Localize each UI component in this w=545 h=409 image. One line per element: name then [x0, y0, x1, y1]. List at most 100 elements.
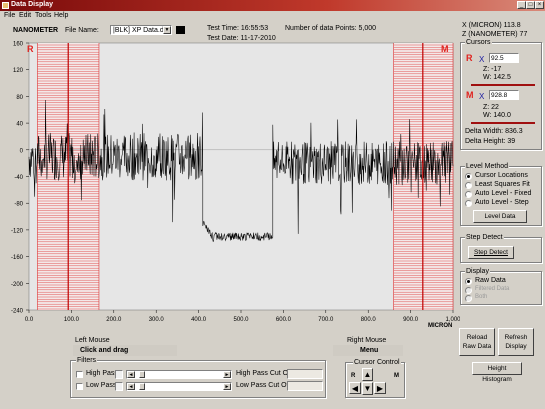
minimize-button[interactable]: _ — [517, 1, 526, 9]
cursor-m-x-input[interactable] — [489, 90, 519, 100]
menu-help[interactable]: Help — [54, 12, 68, 19]
window-title: Data Display — [11, 1, 54, 8]
cursors-title: Cursors — [465, 39, 492, 46]
cursor-r-x-label: X — [479, 55, 485, 64]
radio-auto-fixed[interactable] — [465, 191, 472, 198]
app-icon — [2, 2, 9, 9]
high-pass-slider[interactable]: ◄ ► — [126, 370, 232, 379]
test-time: Test Time: 16:55:53 — [207, 25, 269, 32]
x-tick-label: 300.0 — [149, 317, 165, 323]
height-histogram-button[interactable]: Height Histogram — [472, 362, 522, 383]
cursor-r-line — [471, 84, 535, 86]
radio-filtered-data[interactable] — [465, 287, 472, 294]
level-method-group: Level Method Cursor Locations Least Squa… — [460, 163, 542, 226]
down-arrow-icon[interactable]: ▼ — [362, 382, 373, 395]
x-tick-label: 0.0 — [25, 317, 34, 323]
left-mouse-action: Click and drag — [80, 347, 129, 354]
display-option-0: Raw Data — [475, 277, 506, 284]
x-tick-label: 600.0 — [276, 317, 292, 323]
x-tick-label: 900.0 — [403, 317, 419, 323]
profile-chart[interactable]: 160 120 80 40 0 -40 -80 -120 -160 -200 -240 0.0 100… — [0, 40, 460, 330]
display-option-1: Filtered Data — [475, 286, 510, 292]
menu-file[interactable]: File — [4, 12, 15, 19]
x-axis-label: MICRON — [428, 323, 452, 329]
level-option-0: Cursor Locations — [475, 172, 528, 179]
file-name-select[interactable]: |BLK] XP Data.dat ▼ — [110, 25, 172, 35]
title-bar: Data Display _ □ × — [0, 0, 545, 11]
left-mouse-panel: Click and drag — [73, 345, 177, 356]
cursors-group: Cursors R X Z: -17 W: 142.5 M X Z: 22 W:… — [460, 39, 542, 150]
x-tick-label: 400.0 — [191, 317, 207, 323]
cursor-control-r: R — [351, 373, 356, 379]
x-tick-label: 100.0 — [64, 317, 80, 323]
low-pass-slider[interactable]: ◄ ► — [126, 382, 232, 391]
high-pass-cutoff-label: High Pass Cut Off — [236, 370, 292, 377]
data-points-count: Number of data Points: 5,000 — [285, 25, 377, 32]
low-pass-value[interactable] — [115, 382, 123, 391]
x-tick-label: 800.0 — [361, 317, 377, 323]
radio-cursor-locations[interactable] — [465, 173, 472, 180]
x-readout: X (MICRON) 113.8 — [462, 22, 521, 29]
cursor-control-group: Cursor Control R M ▲ ◀ ▼ ▶ — [345, 359, 405, 398]
x-tick-label: 200.0 — [106, 317, 122, 323]
slider-left-arrow-icon[interactable]: ◄ — [127, 383, 135, 390]
high-pass-label: High Pass — [86, 370, 118, 377]
chevron-down-icon[interactable]: ▼ — [163, 26, 171, 34]
filters-title: Filters — [76, 357, 98, 364]
y-tick-label: -80 — [14, 202, 23, 208]
low-pass-checkbox[interactable] — [76, 383, 83, 390]
step-detect-button[interactable]: Step Detect — [468, 246, 514, 259]
slider-right-arrow-icon[interactable]: ► — [223, 371, 231, 378]
right-arrow-icon[interactable]: ▶ — [374, 382, 386, 394]
cursor-r-label: R — [466, 53, 473, 63]
radio-auto-step[interactable] — [465, 200, 472, 207]
radio-both[interactable] — [465, 295, 472, 302]
up-arrow-icon[interactable]: ▲ — [362, 368, 373, 381]
close-button[interactable]: × — [535, 1, 544, 9]
level-option-2: Auto Level - Fixed — [475, 190, 532, 197]
display-option-2: Both — [475, 294, 488, 300]
reload-raw-data-button[interactable]: Reload Raw Data — [459, 328, 495, 356]
level-option-1: Least Squares Fit — [475, 181, 530, 188]
unit-label: NANOMETER — [13, 27, 59, 34]
cursor-r-z: Z: -17 — [483, 66, 502, 73]
file-name-label: File Name: — [65, 27, 99, 34]
low-pass-cutoff-label: Low Pass Cut Off — [236, 382, 291, 389]
low-pass-cutoff-field[interactable] — [287, 381, 323, 391]
cursor-control-title: Cursor Control — [353, 359, 401, 366]
high-pass-value[interactable] — [115, 370, 123, 379]
display-group: Display Raw Data Filtered Data Both — [460, 268, 542, 305]
display-title: Display — [465, 268, 490, 275]
menu-tools[interactable]: Tools — [35, 12, 51, 19]
cursor-m-label: M — [466, 90, 474, 100]
level-method-title: Level Method — [465, 163, 510, 170]
cursor-r-tag: R — [27, 44, 34, 54]
radio-raw-data[interactable] — [465, 278, 472, 285]
file-name-value: |BLK] XP Data.dat — [113, 27, 170, 34]
slider-left-arrow-icon[interactable]: ◄ — [127, 371, 135, 378]
maximize-button[interactable]: □ — [526, 1, 535, 9]
cursor-m-tag: M — [441, 44, 449, 54]
high-pass-checkbox[interactable] — [76, 371, 83, 378]
x-tick-label: 700.0 — [318, 317, 334, 323]
left-arrow-icon[interactable]: ◀ — [349, 382, 361, 394]
cursor-m-z: Z: 22 — [483, 104, 499, 111]
menu-edit[interactable]: Edit — [19, 12, 31, 19]
high-pass-thumb[interactable] — [139, 371, 145, 378]
cursor-r-x-input[interactable] — [489, 53, 519, 63]
right-mouse-panel: Menu — [333, 345, 403, 356]
y-tick-label: 80 — [16, 95, 23, 101]
right-mouse-title: Right Mouse — [347, 337, 387, 344]
slider-right-arrow-icon[interactable]: ► — [223, 383, 231, 390]
radio-least-squares[interactable] — [465, 182, 472, 189]
cursor-r-w: W: 142.5 — [483, 74, 511, 81]
level-option-3: Auto Level - Step — [475, 199, 529, 206]
y-tick-label: 120 — [13, 68, 24, 74]
delta-height: Delta Height: 39 — [465, 138, 516, 145]
level-data-button[interactable]: Level Data — [473, 210, 527, 223]
refresh-display-button[interactable]: Refresh Display — [498, 328, 534, 356]
low-pass-thumb[interactable] — [139, 383, 145, 390]
high-pass-cutoff-field[interactable] — [287, 369, 323, 379]
color-swatch[interactable] — [176, 26, 185, 34]
y-tick-label: 0 — [20, 148, 24, 154]
